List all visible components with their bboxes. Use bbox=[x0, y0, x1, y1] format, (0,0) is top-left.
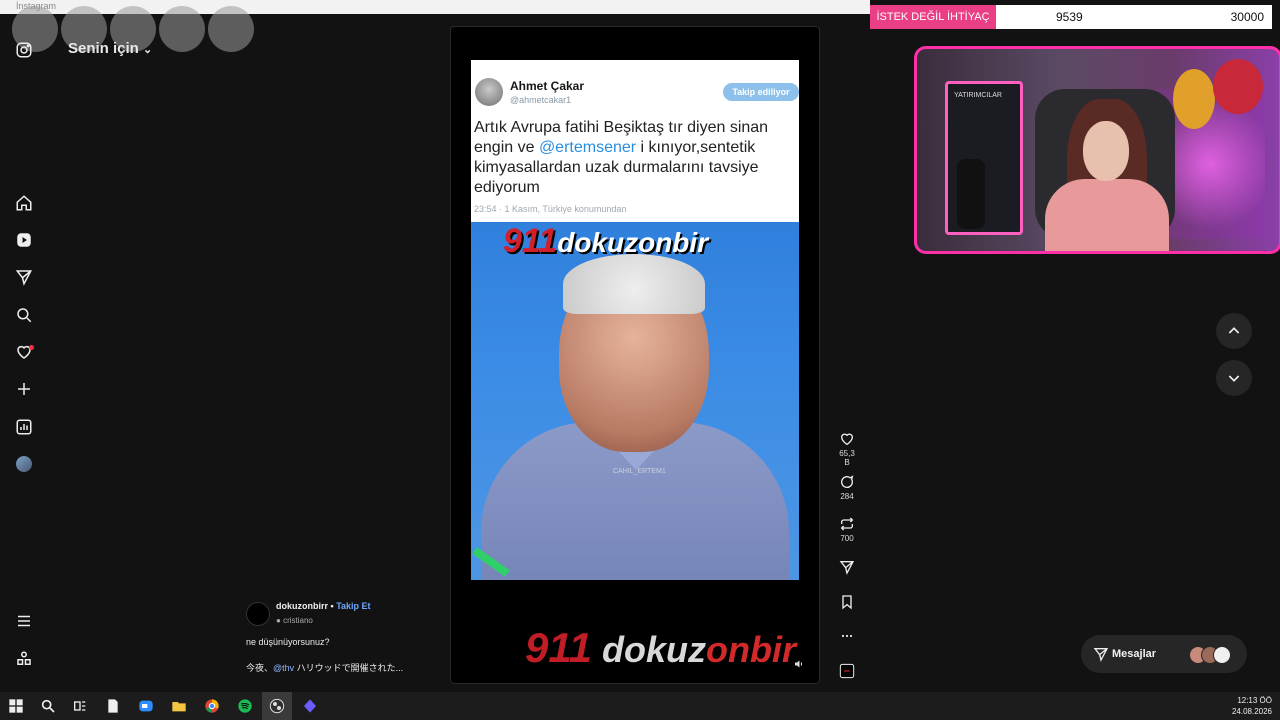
comment-action[interactable]: 284 bbox=[836, 474, 858, 501]
task-view-icon[interactable] bbox=[72, 698, 88, 714]
tweet-avatar bbox=[475, 78, 503, 106]
tweet-follow-badge: Takip ediliyor bbox=[723, 83, 799, 101]
tweet-meta: 23:54 · 1 Kasım, Türkiye konumundan bbox=[474, 204, 627, 214]
person-hair bbox=[563, 254, 705, 314]
comment-icon bbox=[841, 475, 854, 488]
like-count: 65,3 B bbox=[839, 449, 855, 467]
clock-time: 12:13 ÖÖ bbox=[1237, 696, 1272, 705]
bottom-logo-number: 911 bbox=[525, 624, 592, 671]
repost-action[interactable]: 700 bbox=[836, 516, 858, 543]
tweet-author-handle: @ahmetcakar1 bbox=[510, 95, 572, 105]
tweet-author-name: Ahmet Çakar bbox=[510, 79, 585, 93]
caption-mention[interactable]: @thv bbox=[273, 663, 294, 673]
separator: • bbox=[330, 601, 334, 611]
person-icon: ● bbox=[276, 616, 281, 625]
goal-label: İSTEK DEĞİL İHTİYAÇ bbox=[870, 5, 996, 29]
file-icon[interactable] bbox=[105, 698, 121, 714]
chrome-icon[interactable] bbox=[204, 698, 220, 714]
profile-avatar[interactable] bbox=[16, 456, 32, 472]
tweet-card: Ahmet Çakar @ahmetcakar1 Takip ediliyor … bbox=[471, 60, 799, 222]
caption-part: 今夜、 bbox=[246, 663, 274, 673]
clock-date: 24.08.2026 bbox=[1231, 707, 1272, 716]
message-avatar bbox=[1213, 646, 1231, 664]
feed-title[interactable]: Senin için ⌄ bbox=[68, 40, 152, 57]
windows-start-icon[interactable] bbox=[8, 698, 24, 714]
next-post-caption: 今夜、@thv ハリウッドで開催された... bbox=[246, 661, 403, 674]
bottom-logo-text-accent: onbir bbox=[705, 629, 796, 670]
windows-taskbar: 12:13 ÖÖ 24.08.2026 bbox=[0, 692, 1280, 720]
cam-plush-toy bbox=[1173, 69, 1215, 129]
volume-icon[interactable] bbox=[793, 657, 805, 669]
notification-dot bbox=[29, 345, 34, 350]
repost-icon bbox=[840, 517, 854, 531]
donation-goal-bar: İSTEK DEĞİL İHTİYAÇ 9539 30000 bbox=[870, 5, 1272, 29]
video-watermark: CAHIL_ERTEM1 bbox=[613, 468, 666, 475]
home-icon[interactable] bbox=[15, 194, 33, 212]
bottom-logo: 911 dokuzonbir bbox=[525, 624, 796, 672]
share-icon bbox=[839, 561, 855, 575]
cam-board-text: YATIRIMCILAR bbox=[954, 92, 1002, 99]
comment-count: 284 bbox=[840, 492, 854, 501]
menu-icon[interactable] bbox=[15, 612, 33, 630]
feed-title-label: Senin için bbox=[68, 40, 139, 57]
more-icon bbox=[841, 634, 853, 638]
post-caption: ne düşünüyorsunuz? bbox=[246, 637, 330, 647]
audio-label[interactable]: ● cristiano bbox=[276, 616, 313, 625]
create-icon[interactable] bbox=[15, 380, 33, 398]
apps-icon[interactable] bbox=[15, 650, 33, 668]
author-avatar[interactable] bbox=[246, 602, 270, 626]
cam-person-body bbox=[1045, 179, 1169, 251]
like-heart-icon bbox=[840, 433, 854, 446]
more-action[interactable] bbox=[836, 628, 858, 644]
goal-target: 30000 bbox=[1230, 10, 1264, 24]
author-username[interactable]: dokuzonbirr bbox=[276, 601, 328, 611]
story-placeholder[interactable] bbox=[159, 6, 205, 52]
obs-icon[interactable] bbox=[269, 698, 285, 714]
bottom-logo-text: dokuz bbox=[601, 629, 706, 670]
chevron-up-icon bbox=[1228, 327, 1240, 334]
taskbar-clock[interactable]: 12:13 ÖÖ 24.08.2026 bbox=[1232, 695, 1272, 717]
video-logo-text: dokuzonbir bbox=[557, 227, 709, 258]
story-placeholder[interactable] bbox=[208, 6, 254, 52]
chevron-down-icon: ⌄ bbox=[143, 44, 153, 56]
tweet-text: Artık Avrupa fatihi Beşiktaş tır diyen s… bbox=[474, 118, 796, 198]
cam-microphone bbox=[957, 159, 985, 229]
app-diamond-icon[interactable] bbox=[302, 698, 318, 714]
reels-icon[interactable] bbox=[15, 231, 33, 249]
chevron-down-icon bbox=[1228, 375, 1240, 382]
like-action[interactable]: 65,3 B bbox=[836, 431, 858, 467]
search-icon[interactable] bbox=[15, 306, 33, 324]
post-author: dokuzonbirr • Takip Et bbox=[276, 601, 371, 611]
messages-button[interactable]: Mesajlar bbox=[1081, 635, 1247, 673]
video-logo: 911dokuzonbir bbox=[503, 222, 708, 261]
video-logo-number: 911 bbox=[503, 222, 558, 260]
next-reel-button[interactable] bbox=[1216, 360, 1252, 396]
caption-part: ハリウッドで開催された... bbox=[294, 663, 404, 673]
bookmark-icon bbox=[842, 595, 852, 610]
zoom-app-icon[interactable] bbox=[138, 698, 154, 714]
goal-current: 9539 bbox=[1056, 10, 1083, 24]
tweet-mention: @ertemsener bbox=[538, 139, 637, 156]
send-icon bbox=[1093, 648, 1109, 662]
messages-label: Mesajlar bbox=[1112, 648, 1157, 660]
instagram-logo-icon[interactable] bbox=[15, 41, 33, 59]
cam-person-face bbox=[1083, 121, 1129, 181]
video-frame: 911dokuzonbir CAHIL_ERTEM1 bbox=[471, 222, 799, 580]
taskbar-search-icon[interactable] bbox=[40, 698, 56, 714]
audio-thumb[interactable] bbox=[836, 663, 858, 679]
webcam-overlay: YATIRIMCILAR bbox=[914, 46, 1280, 254]
follow-button[interactable]: Takip Et bbox=[336, 601, 370, 611]
share-action[interactable] bbox=[836, 559, 858, 575]
reel-player[interactable]: Ahmet Çakar @ahmetcakar1 Takip ediliyor … bbox=[450, 26, 820, 684]
cam-plush-toy bbox=[1213, 59, 1263, 114]
file-explorer-icon[interactable] bbox=[171, 698, 187, 714]
spotify-icon[interactable] bbox=[237, 698, 253, 714]
save-action[interactable] bbox=[836, 594, 858, 610]
audio-thumbnail-icon bbox=[839, 663, 855, 679]
audio-name: cristiano bbox=[283, 616, 313, 625]
previous-reel-button[interactable] bbox=[1216, 313, 1252, 349]
repost-count: 700 bbox=[840, 534, 854, 543]
insights-icon[interactable] bbox=[15, 418, 33, 436]
send-icon[interactable] bbox=[15, 268, 33, 286]
